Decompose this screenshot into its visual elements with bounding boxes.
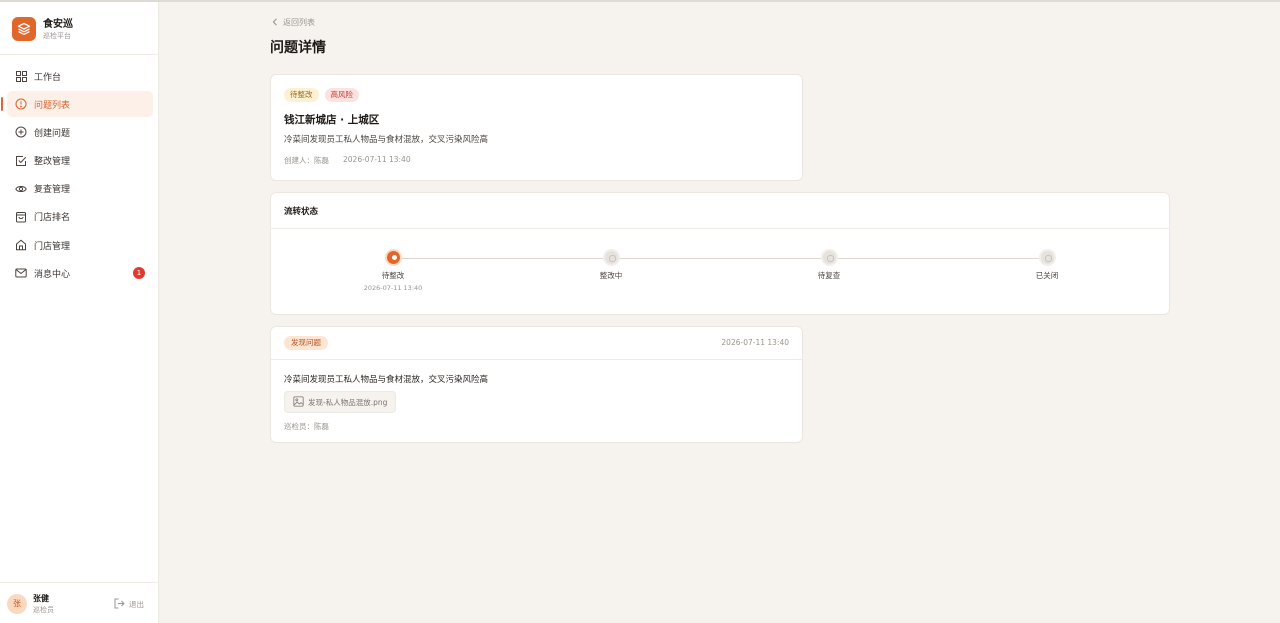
- sidebar-item-label: 问题列表: [34, 100, 71, 111]
- sidebar-item-label: 创建问题: [34, 128, 71, 139]
- brand[interactable]: 食安巡 巡检平台: [12, 16, 73, 42]
- sidebar-item-store-ranking[interactable]: 门店排名: [7, 204, 153, 230]
- flow-status-card: 流转状态 待整改 2026-07-11 13:40 整改中 待复查 已关闭: [270, 192, 1170, 315]
- sidebar-item-label: 整改管理: [34, 157, 71, 168]
- logout-button[interactable]: 退出: [114, 598, 144, 611]
- issue-tags: 待整改 高风险: [284, 88, 359, 102]
- sidebar: 食安巡 巡检平台 工作台 问题列表 创建问题 整改管理 复查管理 门店排名 门店…: [0, 2, 159, 623]
- sidebar-item-label: 门店排名: [34, 213, 71, 224]
- flow-title: 流转状态: [284, 207, 319, 217]
- store-name: 钱江新城店 · 上城区: [284, 114, 380, 126]
- risk-badge: 高风险: [324, 88, 359, 102]
- created-at: 2026-07-11 13:40: [343, 155, 411, 164]
- issue-description: 冷菜间发现员工私人物品与食材混放，交叉污染风险高: [284, 135, 489, 145]
- step-label: 待复查: [817, 271, 841, 280]
- attachment-file[interactable]: 发现-私人物品混放.png: [284, 391, 397, 413]
- avatar[interactable]: 张: [7, 594, 27, 614]
- sidebar-item-messages[interactable]: 消息中心 1: [7, 260, 153, 286]
- inspector: 巡检员：陈磊: [284, 422, 329, 431]
- eye-icon: [15, 183, 27, 195]
- sidebar-item-store-management[interactable]: 门店管理: [7, 232, 153, 258]
- flow-step-in-progress: 整改中: [551, 249, 671, 281]
- sidebar-item-label: 门店管理: [34, 241, 71, 252]
- bag-icon: [15, 211, 27, 223]
- chevron-left-icon: [272, 17, 278, 28]
- back-label: 返回列表: [283, 18, 315, 27]
- flow-connector-line: [393, 258, 1048, 259]
- mail-icon: [15, 267, 27, 279]
- window-top-border: [0, 0, 1280, 2]
- record-type-badge: 发现问题: [284, 336, 328, 350]
- logout-icon: [114, 598, 125, 611]
- flow-step-awaiting-review: 待复查: [769, 249, 889, 281]
- record-text: 冷菜间发现员工私人物品与食材混放，交叉污染风险高: [284, 375, 489, 385]
- app-subtitle: 巡检平台: [43, 31, 71, 40]
- user-name: 张健: [33, 594, 49, 603]
- grid-icon: [15, 70, 27, 82]
- plus-circle-icon: [15, 126, 27, 138]
- divider: [0, 54, 159, 55]
- issue-info-card: 待整改 高风险 钱江新城店 · 上城区 冷菜间发现员工私人物品与食材混放，交叉污…: [270, 74, 803, 181]
- logout-label: 退出: [129, 600, 144, 609]
- check-square-icon: [15, 155, 27, 167]
- sidebar-item-create-issue[interactable]: 创建问题: [7, 119, 153, 145]
- step-dot: [1038, 249, 1056, 266]
- flow-step-pending: 待整改 2026-07-11 13:40: [333, 249, 453, 292]
- divider: [271, 228, 1169, 229]
- sidebar-item-label: 复查管理: [34, 185, 71, 196]
- image-icon: [293, 395, 304, 409]
- creator: 创建人：陈磊: [284, 156, 329, 165]
- sidebar-item-rectification[interactable]: 整改管理: [7, 148, 153, 174]
- flow-step-closed: 已关闭: [987, 249, 1107, 281]
- step-time: 2026-07-11 13:40: [363, 284, 423, 292]
- sidebar-item-label: 消息中心: [34, 269, 71, 280]
- issue-meta: 创建人：陈磊 2026-07-11 13:40: [284, 155, 411, 166]
- page-title: 问题详情: [270, 40, 326, 56]
- sidebar-item-workbench[interactable]: 工作台: [7, 63, 153, 89]
- sidebar-item-review[interactable]: 复查管理: [7, 176, 153, 202]
- back-to-list-link[interactable]: 返回列表: [272, 17, 315, 28]
- alert-circle-icon: [15, 98, 27, 110]
- user-role: 巡检员: [33, 606, 54, 614]
- step-label: 已关闭: [1035, 271, 1059, 280]
- sidebar-nav: 工作台 问题列表 创建问题 整改管理 复查管理 门店排名 门店管理 消息中心 1: [1, 63, 153, 289]
- user-area: 张 张健 巡检员 退出: [0, 582, 159, 623]
- sidebar-item-issue-list[interactable]: 问题列表: [1, 91, 153, 118]
- divider: [271, 359, 802, 360]
- step-dot: [820, 249, 838, 266]
- unread-badge: 1: [133, 267, 145, 280]
- status-badge: 待整改: [284, 88, 319, 102]
- app-name: 食安巡: [43, 18, 73, 30]
- attachment-filename: 发现-私人物品混放.png: [308, 397, 388, 407]
- step-dot-active: [384, 249, 402, 266]
- home-icon: [15, 239, 27, 251]
- issue-record-card: 发现问题 2026-07-11 13:40 冷菜间发现员工私人物品与食材混放，交…: [270, 326, 803, 443]
- layers-logo-icon: [12, 17, 36, 41]
- step-dot: [602, 249, 620, 266]
- step-label: 整改中: [599, 271, 623, 280]
- sidebar-item-label: 工作台: [34, 72, 62, 83]
- step-label: 待整改: [381, 271, 405, 280]
- record-time: 2026-07-11 13:40: [721, 338, 789, 347]
